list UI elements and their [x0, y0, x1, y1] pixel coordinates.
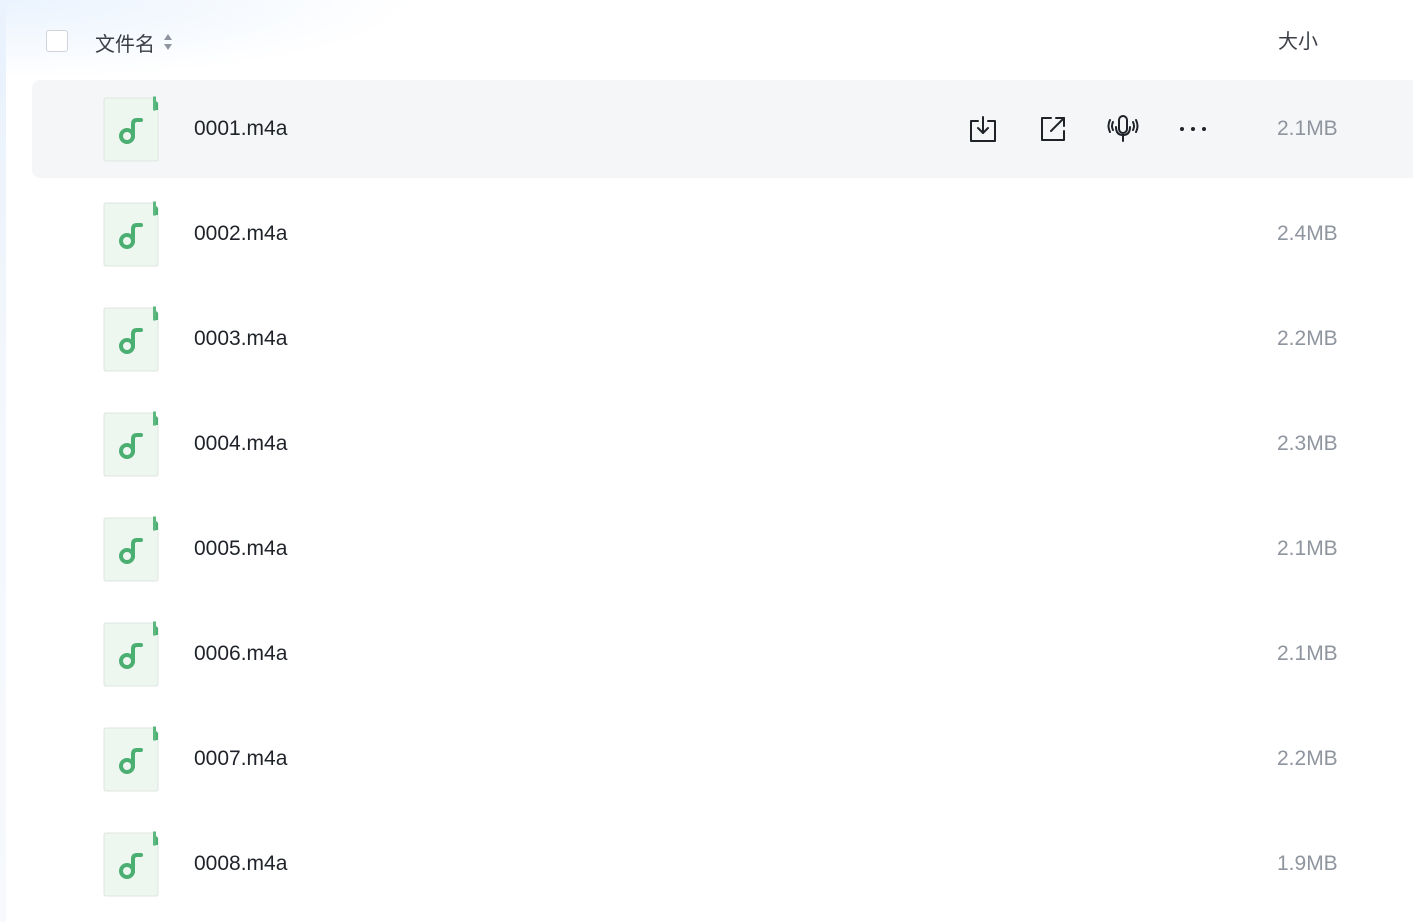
music-file-icon: [103, 831, 159, 897]
file-size: 2.2MB: [1277, 327, 1338, 350]
select-all-checkbox[interactable]: [46, 30, 68, 52]
music-file-icon: [103, 516, 159, 582]
sort-by-name-header[interactable]: 文件名: [95, 30, 173, 56]
file-name[interactable]: 0008.m4a: [194, 815, 287, 913]
row-actions: [966, 113, 1210, 145]
file-name[interactable]: 0007.m4a: [194, 710, 287, 808]
file-name[interactable]: 0003.m4a: [194, 290, 287, 388]
transcribe-icon[interactable]: [1106, 113, 1140, 145]
music-file-icon: [103, 201, 159, 267]
download-icon[interactable]: [966, 113, 1000, 145]
file-size: 2.1MB: [1277, 537, 1338, 560]
file-name[interactable]: 0001.m4a: [194, 80, 287, 178]
file-size: 2.1MB: [1277, 642, 1338, 665]
file-name[interactable]: 0004.m4a: [194, 395, 287, 493]
file-size: 2.2MB: [1277, 747, 1338, 770]
music-file-icon: [103, 621, 159, 687]
file-row[interactable]: 0008.m4a 1.9MB: [32, 815, 1413, 920]
name-column-label: 文件名: [95, 33, 155, 56]
music-file-icon: [103, 306, 159, 372]
file-row[interactable]: 0002.m4a 2.4MB: [32, 185, 1413, 290]
background-tint: [0, 0, 6, 922]
file-row[interactable]: 0006.m4a 2.1MB: [32, 605, 1413, 710]
file-name[interactable]: 0002.m4a: [194, 185, 287, 283]
file-name[interactable]: 0006.m4a: [194, 605, 287, 703]
file-size: 2.4MB: [1277, 222, 1338, 245]
file-list-page: 文件名 大小 0001.m4a 2.1MB 0002.m4a 2.4MB 0003.m4…: [0, 0, 1413, 922]
more-icon[interactable]: [1176, 113, 1210, 145]
file-rows: 0001.m4a 2.1MB 0002.m4a 2.4MB 0003.m4a 2.2MB 0…: [32, 80, 1413, 920]
file-size: 2.3MB: [1277, 432, 1338, 455]
file-row[interactable]: 0003.m4a 2.2MB: [32, 290, 1413, 395]
share-icon[interactable]: [1036, 113, 1070, 145]
music-file-icon: [103, 96, 159, 162]
list-header: 文件名 大小: [32, 0, 1413, 80]
sort-icon[interactable]: [163, 33, 173, 51]
file-size: 1.9MB: [1277, 852, 1338, 875]
file-size: 2.1MB: [1277, 117, 1338, 140]
file-row[interactable]: 0005.m4a 2.1MB: [32, 500, 1413, 605]
file-name[interactable]: 0005.m4a: [194, 500, 287, 598]
file-row[interactable]: 0007.m4a 2.2MB: [32, 710, 1413, 815]
file-row[interactable]: 0004.m4a 2.3MB: [32, 395, 1413, 500]
music-file-icon: [103, 411, 159, 477]
music-file-icon: [103, 726, 159, 792]
file-row[interactable]: 0001.m4a 2.1MB: [32, 80, 1413, 178]
size-column-label: 大小: [1278, 31, 1318, 53]
